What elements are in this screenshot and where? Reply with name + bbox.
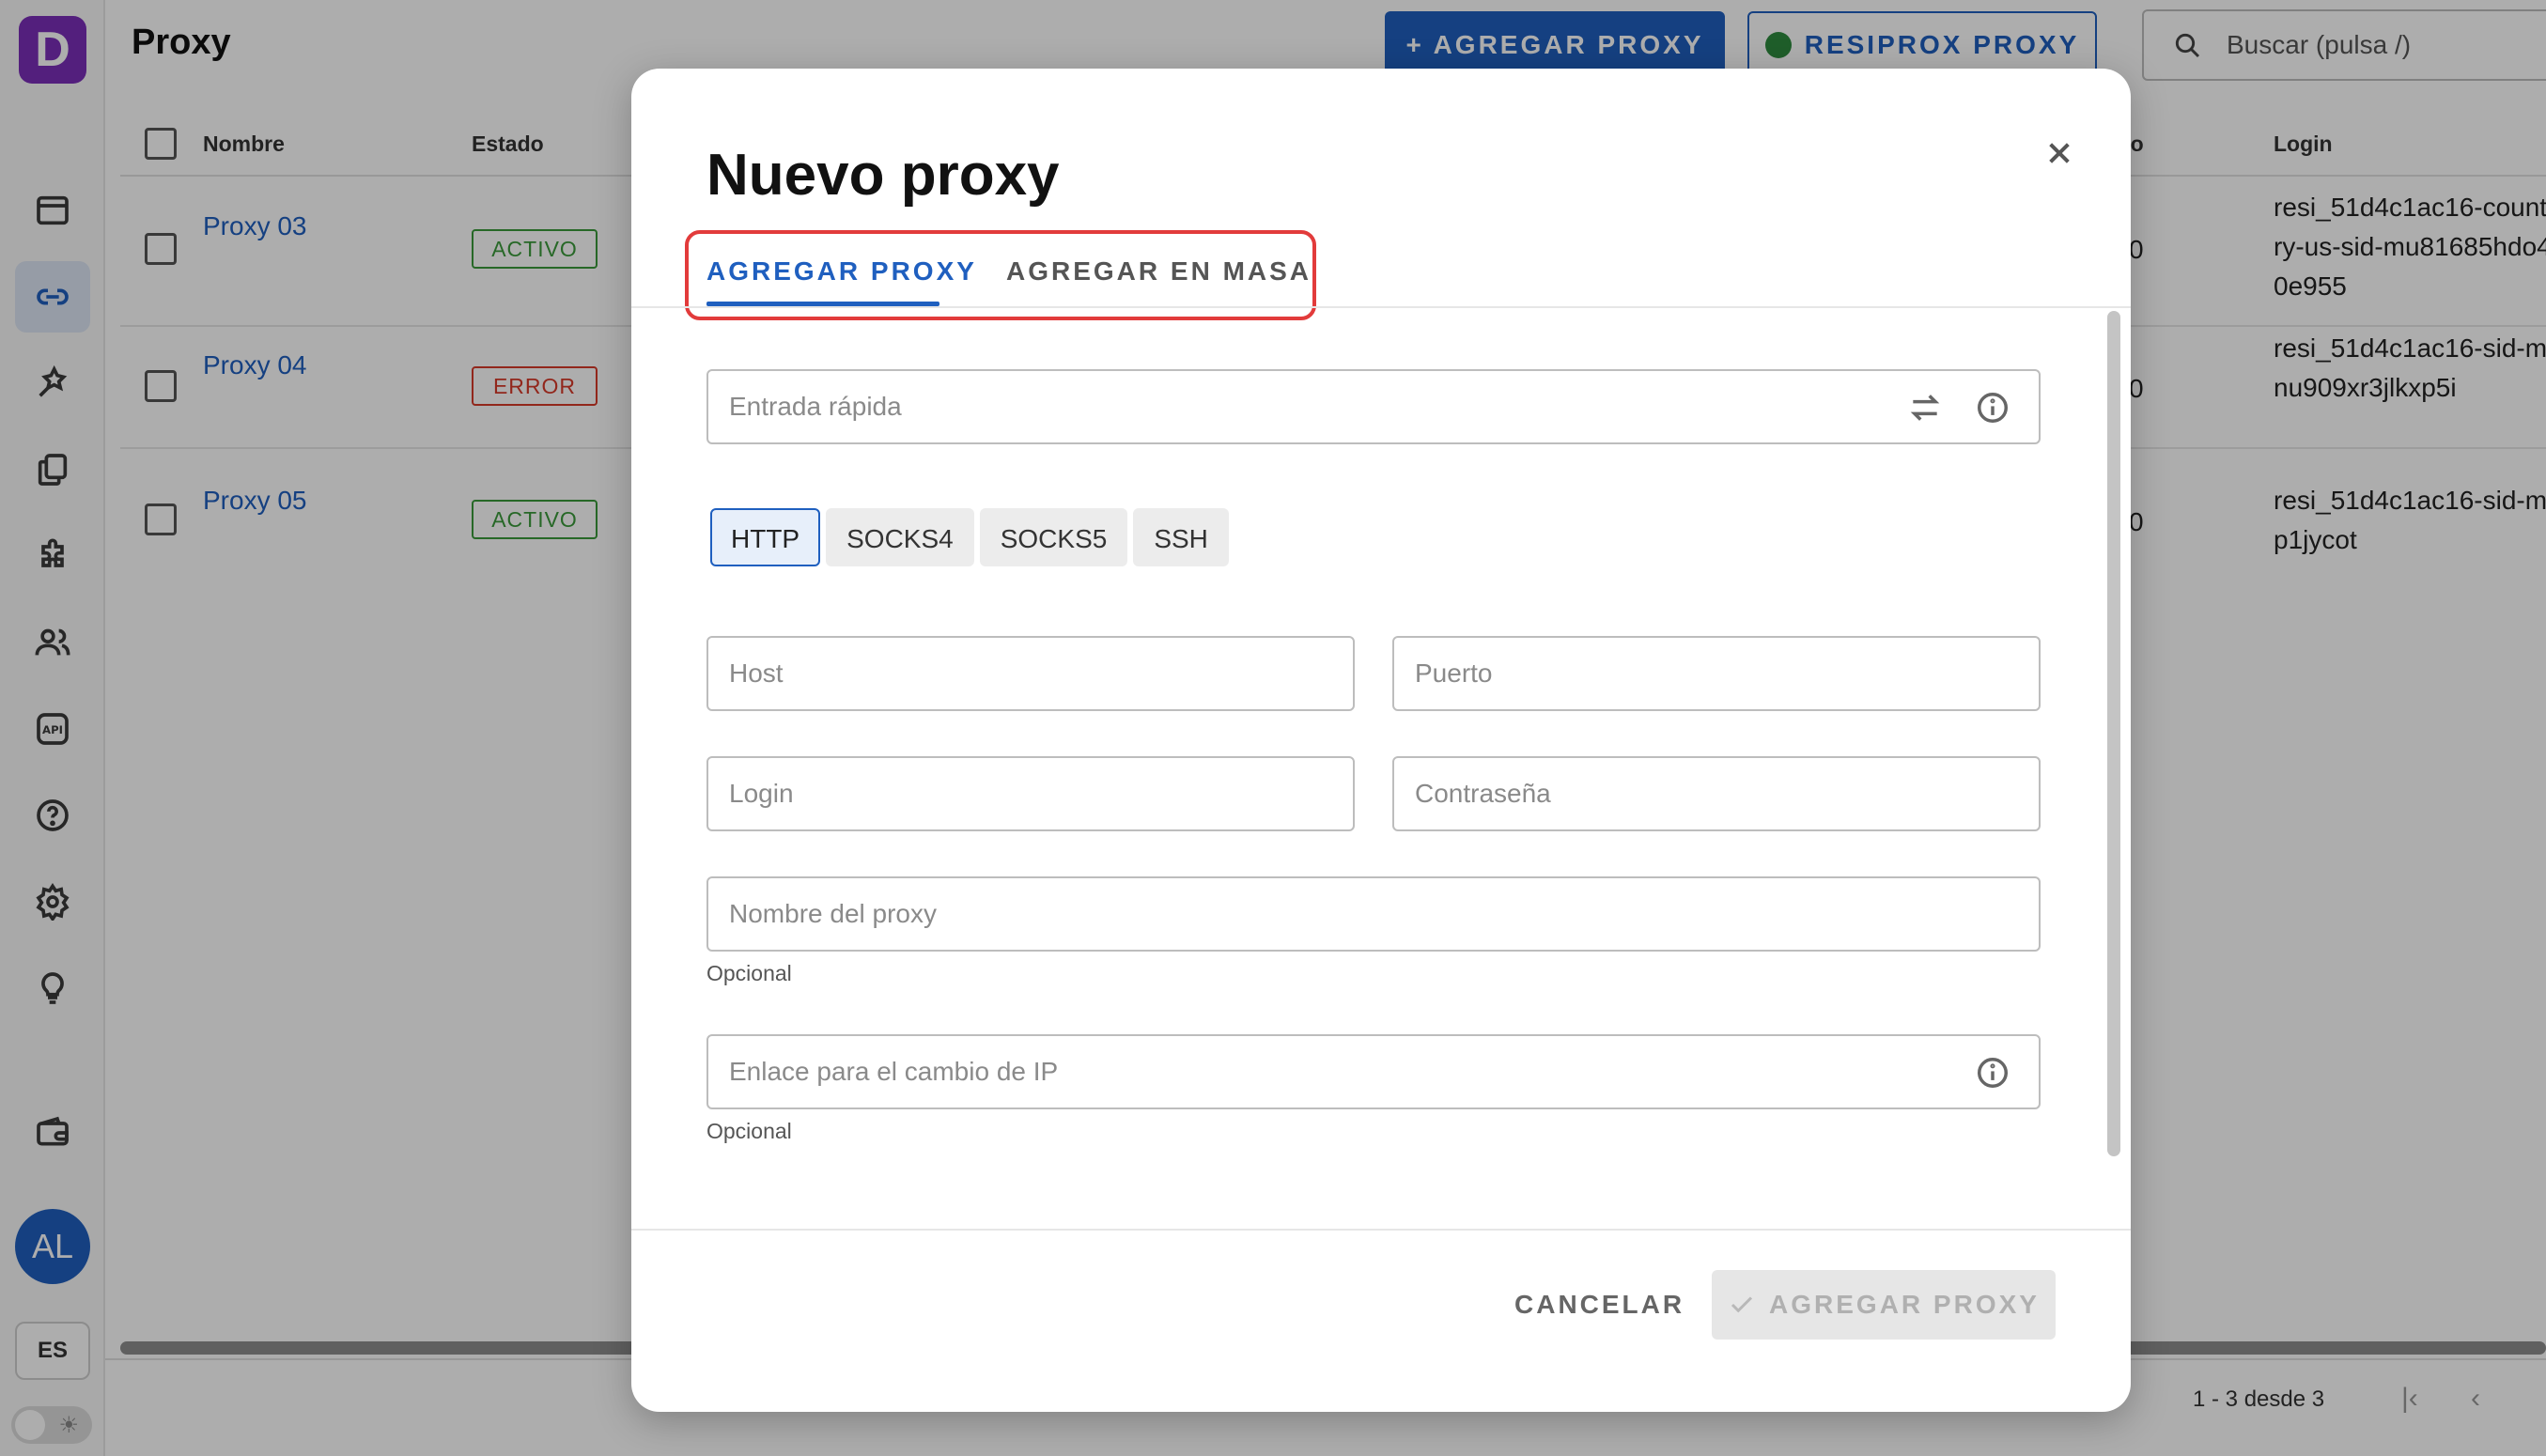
info-icon[interactable] — [1975, 390, 2010, 426]
vertical-scrollbar[interactable] — [2107, 311, 2120, 1156]
protocol-socks5[interactable]: SOCKS5 — [979, 508, 1128, 566]
footer-divider — [631, 1229, 2131, 1231]
ip-change-link-input[interactable] — [729, 1036, 2039, 1107]
swap-icon[interactable] — [1907, 390, 1943, 426]
submit-add-proxy-button[interactable]: AGREGAR PROXY — [1712, 1270, 2056, 1340]
tab-divider — [631, 306, 2131, 308]
protocol-ssh[interactable]: SSH — [1133, 508, 1229, 566]
tab-add-proxy[interactable]: AGREGAR PROXY — [706, 256, 977, 287]
protocol-http[interactable]: HTTP — [710, 508, 821, 566]
protocol-toggle-group: HTTP SOCKS4 SOCKS5 SSH — [710, 508, 1229, 566]
ip-change-hint: Opcional — [706, 1119, 792, 1143]
login-input[interactable] — [729, 758, 1353, 829]
quick-input[interactable] — [729, 371, 2039, 442]
close-button[interactable] — [2031, 125, 2088, 181]
close-icon — [2049, 143, 2070, 163]
quick-input-field[interactable] — [706, 369, 2041, 444]
password-field[interactable] — [1392, 756, 2041, 831]
host-input[interactable] — [729, 638, 1353, 709]
login-field[interactable] — [706, 756, 1355, 831]
check-icon — [1731, 1296, 1753, 1313]
port-field[interactable] — [1392, 636, 2041, 711]
new-proxy-dialog: Nuevo proxy AGREGAR PROXY AGREGAR EN MAS… — [631, 69, 2131, 1412]
dialog-title: Nuevo proxy — [706, 143, 1060, 208]
port-input[interactable] — [1415, 638, 2039, 709]
proxy-name-input[interactable] — [729, 878, 2039, 950]
info-icon[interactable] — [1975, 1055, 2010, 1091]
tab-bulk-add[interactable]: AGREGAR EN MASA — [1006, 256, 1312, 287]
proxy-name-field[interactable] — [706, 876, 2041, 952]
submit-button-label: AGREGAR PROXY — [1769, 1290, 2040, 1319]
password-input[interactable] — [1415, 758, 2039, 829]
ip-change-link-field[interactable] — [706, 1034, 2041, 1109]
cancel-button[interactable]: CANCELAR — [1514, 1290, 1684, 1320]
host-field[interactable] — [706, 636, 1355, 711]
protocol-socks4[interactable]: SOCKS4 — [826, 508, 974, 566]
proxy-name-hint: Opcional — [706, 961, 792, 985]
